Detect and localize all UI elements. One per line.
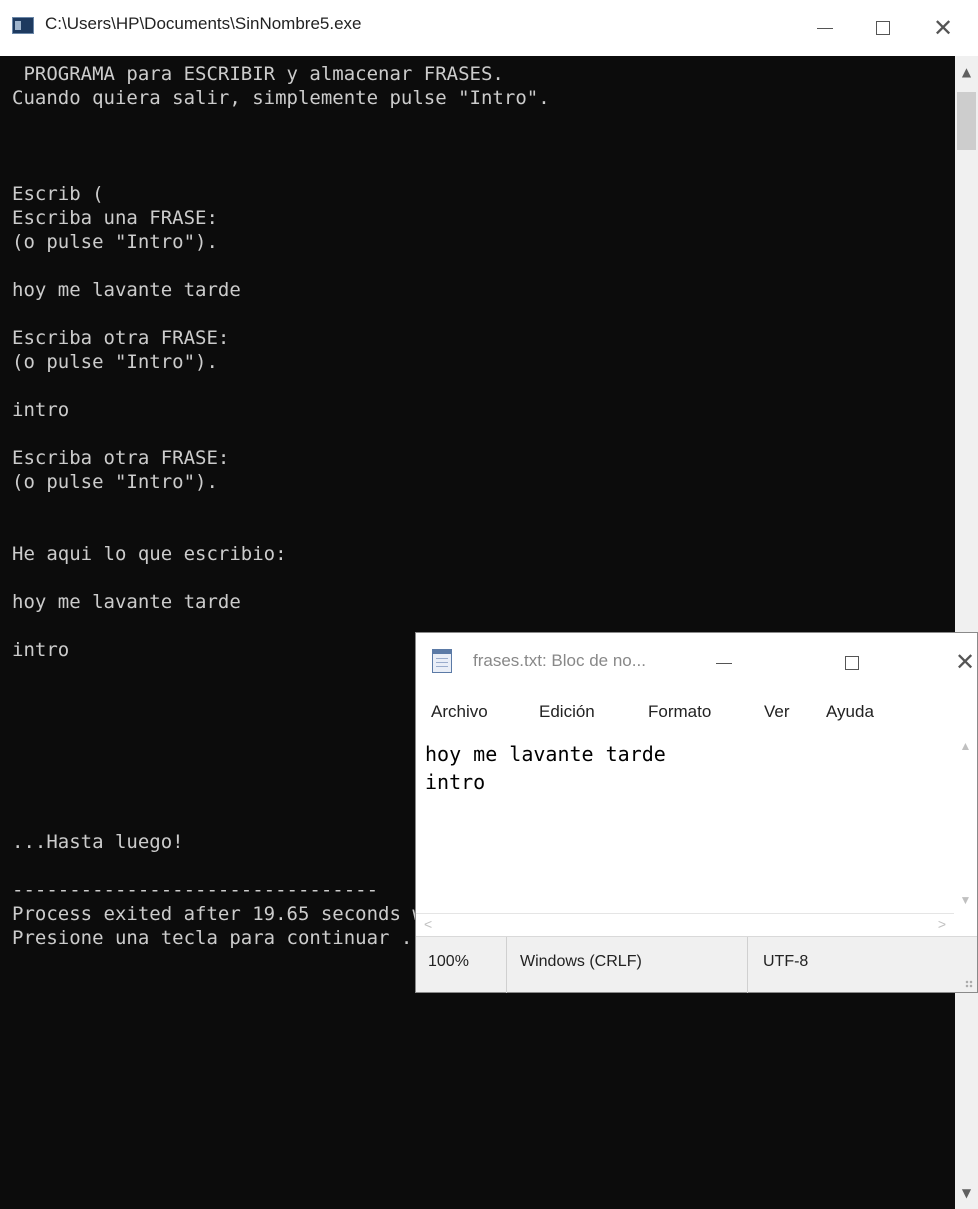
maximize-icon	[876, 21, 890, 35]
scroll-up-arrow-icon[interactable]: ▲	[955, 60, 978, 84]
menu-ayuda[interactable]: Ayuda	[826, 702, 874, 722]
resize-grip-icon[interactable]	[965, 980, 973, 988]
scroll-down-arrow-icon[interactable]: ▼	[954, 893, 977, 907]
minimize-icon	[817, 27, 833, 29]
menu-edicion[interactable]: Edición	[539, 702, 595, 722]
notepad-icon	[432, 649, 452, 673]
minimize-icon	[716, 662, 732, 664]
notepad-vertical-scrollbar[interactable]: ▲ ▼	[954, 733, 977, 913]
notepad-content[interactable]: hoy me lavante tarde intro	[416, 733, 954, 796]
status-zoom: 100%	[428, 953, 469, 970]
notepad-minimize-button[interactable]	[699, 633, 749, 693]
menu-ver[interactable]: Ver	[764, 702, 790, 722]
scroll-down-arrow-icon[interactable]: ▼	[955, 1181, 978, 1205]
console-window-title: C:\Users\HP\Documents\SinNombre5.exe	[45, 14, 362, 33]
scroll-left-arrow-icon[interactable]: <	[424, 916, 432, 932]
notepad-maximize-button[interactable]	[827, 633, 877, 693]
notepad-titlebar[interactable]: frases.txt: Bloc de no... ✕	[416, 633, 977, 693]
menu-archivo[interactable]: Archivo	[431, 702, 488, 722]
scroll-right-arrow-icon[interactable]: >	[938, 916, 946, 932]
close-icon: ✕	[932, 14, 954, 42]
notepad-statusbar: 100% Windows (CRLF) UTF-8	[416, 936, 977, 993]
notepad-close-button[interactable]: ✕	[940, 633, 978, 693]
console-maximize-button[interactable]	[858, 0, 908, 56]
status-encoding: UTF-8	[763, 953, 809, 970]
notepad-text-area[interactable]: hoy me lavante tarde intro	[416, 733, 954, 913]
notepad-menubar: Archivo Edición Formato Ver Ayuda	[416, 693, 977, 733]
notepad-window[interactable]: frases.txt: Bloc de no... ✕ Archivo Edic…	[415, 632, 978, 993]
menu-formato[interactable]: Formato	[648, 702, 711, 722]
console-minimize-button[interactable]	[800, 0, 850, 56]
console-app-icon	[12, 17, 34, 34]
console-titlebar[interactable]: C:\Users\HP\Documents\SinNombre5.exe ✕	[0, 0, 978, 56]
maximize-icon	[845, 656, 859, 670]
scroll-thumb[interactable]	[957, 92, 976, 150]
close-icon: ✕	[954, 649, 976, 676]
status-line-ending: Windows (CRLF)	[520, 953, 642, 970]
status-divider	[506, 937, 507, 993]
notepad-horizontal-scrollbar[interactable]: < >	[416, 913, 954, 936]
scroll-up-arrow-icon[interactable]: ▲	[954, 739, 977, 753]
status-divider	[747, 937, 748, 993]
notepad-window-title: frases.txt: Bloc de no...	[473, 651, 646, 670]
console-close-button[interactable]: ✕	[918, 0, 968, 56]
